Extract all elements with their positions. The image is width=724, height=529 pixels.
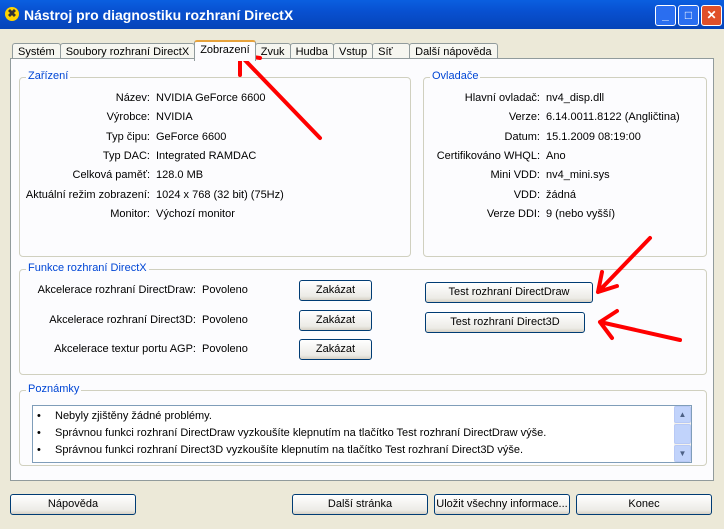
- red-arrow-icon: [238, 53, 322, 140]
- tab-display[interactable]: Zobrazení: [194, 40, 256, 61]
- red-arrow-icon: [598, 309, 682, 342]
- red-arrow-icon: [596, 236, 652, 294]
- annotation-arrows: [238, 53, 682, 342]
